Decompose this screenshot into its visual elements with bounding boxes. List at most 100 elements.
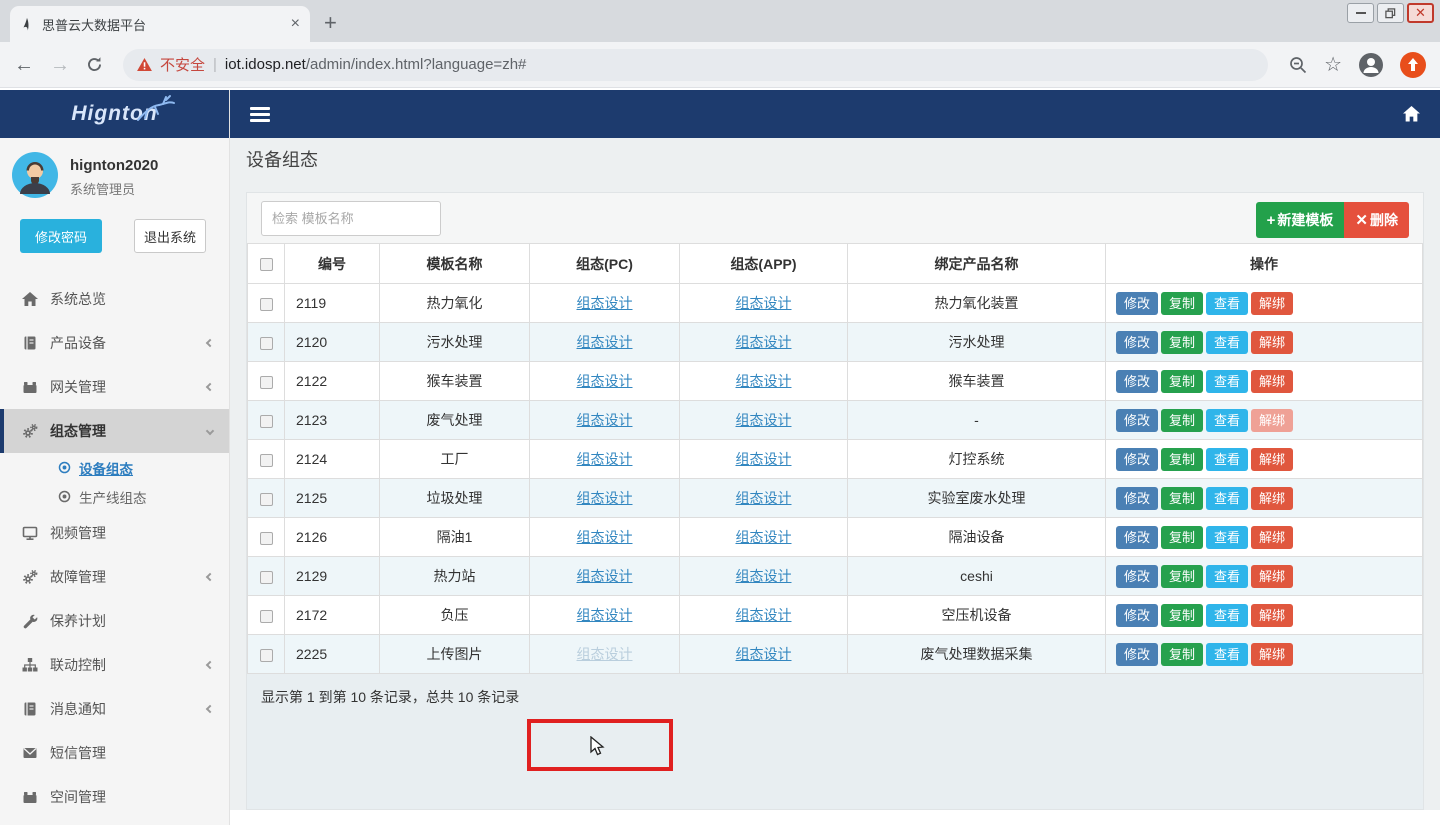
copy-button[interactable]: 复制 [1161, 448, 1203, 471]
sidebar-item-maintenance-plan[interactable]: 保养计划 [0, 599, 229, 643]
copy-button[interactable]: 复制 [1161, 409, 1203, 432]
app-config-link[interactable]: 组态设计 [736, 529, 792, 545]
delete-button[interactable]: ✕删除 [1344, 202, 1409, 238]
copy-button[interactable]: 复制 [1161, 487, 1203, 510]
sidebar-item-video-management[interactable]: 视频管理 [0, 511, 229, 555]
pc-config-link[interactable]: 组态设计 [577, 412, 633, 428]
tab-close-icon[interactable]: × [291, 15, 300, 33]
profile-icon[interactable] [1358, 52, 1384, 78]
app-config-link[interactable]: 组态设计 [736, 295, 792, 311]
select-all-checkbox[interactable] [260, 258, 273, 271]
extension-icon[interactable] [1400, 52, 1426, 78]
row-checkbox[interactable] [260, 454, 273, 467]
sidebar-item-sms-management[interactable]: 短信管理 [0, 731, 229, 775]
search-input[interactable] [261, 201, 441, 236]
modify-button[interactable]: 修改 [1116, 643, 1158, 666]
new-template-button[interactable]: +新建模板 [1256, 202, 1345, 238]
sidebar-item-fault-management[interactable]: 故障管理 [0, 555, 229, 599]
home-icon[interactable] [1403, 106, 1420, 122]
unbind-button[interactable]: 解绑 [1251, 370, 1293, 393]
forward-icon[interactable]: → [50, 55, 70, 75]
unbind-button[interactable]: 解绑 [1251, 409, 1293, 432]
back-icon[interactable]: ← [14, 55, 34, 75]
view-button[interactable]: 查看 [1206, 370, 1248, 393]
new-tab-button[interactable]: + [324, 9, 337, 37]
modify-button[interactable]: 修改 [1116, 448, 1158, 471]
security-warning[interactable]: 不安全 [160, 54, 205, 75]
app-config-link[interactable]: 组态设计 [736, 373, 792, 389]
modify-button[interactable]: 修改 [1116, 292, 1158, 315]
view-button[interactable]: 查看 [1206, 643, 1248, 666]
browser-tab[interactable]: 思普云大数据平台 × [10, 6, 310, 42]
unbind-button[interactable]: 解绑 [1251, 331, 1293, 354]
view-button[interactable]: 查看 [1206, 565, 1248, 588]
view-button[interactable]: 查看 [1206, 292, 1248, 315]
bookmark-star-icon[interactable]: ☆ [1324, 52, 1342, 77]
change-password-button[interactable]: 修改密码 [20, 219, 102, 253]
close-button[interactable]: ✕ [1407, 3, 1434, 23]
copy-button[interactable]: 复制 [1161, 526, 1203, 549]
pc-config-link[interactable]: 组态设计 [577, 607, 633, 623]
unbind-button[interactable]: 解绑 [1251, 292, 1293, 315]
modify-button[interactable]: 修改 [1116, 331, 1158, 354]
sidebar-item-linkage-control[interactable]: 联动控制 [0, 643, 229, 687]
row-checkbox[interactable] [260, 337, 273, 350]
modify-button[interactable]: 修改 [1116, 487, 1158, 510]
modify-button[interactable]: 修改 [1116, 370, 1158, 393]
logout-button[interactable]: 退出系统 [134, 219, 206, 253]
sidebar-item-space-management[interactable]: 空间管理 [0, 775, 229, 819]
reload-icon[interactable] [86, 56, 103, 73]
view-button[interactable]: 查看 [1206, 604, 1248, 627]
copy-button[interactable]: 复制 [1161, 331, 1203, 354]
unbind-button[interactable]: 解绑 [1251, 487, 1293, 510]
unbind-button[interactable]: 解绑 [1251, 448, 1293, 471]
copy-button[interactable]: 复制 [1161, 604, 1203, 627]
copy-button[interactable]: 复制 [1161, 292, 1203, 315]
row-checkbox[interactable] [260, 376, 273, 389]
url-bar[interactable]: 不安全 | iot.idosp.net/admin/index.html?lan… [123, 49, 1268, 81]
row-checkbox[interactable] [260, 571, 273, 584]
row-checkbox[interactable] [260, 493, 273, 506]
pc-config-link[interactable]: 组态设计 [577, 451, 633, 467]
app-config-link[interactable]: 组态设计 [736, 646, 792, 662]
app-config-link[interactable]: 组态设计 [736, 490, 792, 506]
modify-button[interactable]: 修改 [1116, 409, 1158, 432]
unbind-button[interactable]: 解绑 [1251, 565, 1293, 588]
sidebar-item-gateway-management[interactable]: 网关管理 [0, 365, 229, 409]
pc-config-link[interactable]: 组态设计 [577, 568, 633, 584]
app-config-link[interactable]: 组态设计 [736, 451, 792, 467]
view-button[interactable]: 查看 [1206, 487, 1248, 510]
sidebar-item-message-notification[interactable]: 消息通知 [0, 687, 229, 731]
copy-button[interactable]: 复制 [1161, 643, 1203, 666]
row-checkbox[interactable] [260, 649, 273, 662]
copy-button[interactable]: 复制 [1161, 565, 1203, 588]
sidebar-subitem-production-line-configuration[interactable]: 生产线组态 [0, 482, 229, 511]
pc-config-link[interactable]: 组态设计 [577, 334, 633, 350]
view-button[interactable]: 查看 [1206, 331, 1248, 354]
sidebar-item-configuration-management[interactable]: 组态管理 [0, 409, 229, 453]
pc-config-link[interactable]: 组态设计 [577, 529, 633, 545]
view-button[interactable]: 查看 [1206, 409, 1248, 432]
unbind-button[interactable]: 解绑 [1251, 526, 1293, 549]
restore-button[interactable] [1377, 3, 1404, 23]
row-checkbox[interactable] [260, 610, 273, 623]
pc-config-link[interactable]: 组态设计 [577, 646, 633, 662]
app-config-link[interactable]: 组态设计 [736, 568, 792, 584]
view-button[interactable]: 查看 [1206, 526, 1248, 549]
copy-button[interactable]: 复制 [1161, 370, 1203, 393]
menu-toggle-icon[interactable] [250, 107, 270, 122]
sidebar-item-product-device[interactable]: 产品设备 [0, 321, 229, 365]
row-checkbox[interactable] [260, 298, 273, 311]
zoom-out-icon[interactable] [1288, 55, 1308, 75]
sidebar-item-system-overview[interactable]: 系统总览 [0, 277, 229, 321]
row-checkbox[interactable] [260, 532, 273, 545]
app-config-link[interactable]: 组态设计 [736, 607, 792, 623]
pc-config-link[interactable]: 组态设计 [577, 373, 633, 389]
row-checkbox[interactable] [260, 415, 273, 428]
app-config-link[interactable]: 组态设计 [736, 412, 792, 428]
modify-button[interactable]: 修改 [1116, 604, 1158, 627]
pc-config-link[interactable]: 组态设计 [577, 295, 633, 311]
view-button[interactable]: 查看 [1206, 448, 1248, 471]
app-config-link[interactable]: 组态设计 [736, 334, 792, 350]
sidebar-subitem-device-configuration[interactable]: 设备组态 [0, 453, 229, 482]
